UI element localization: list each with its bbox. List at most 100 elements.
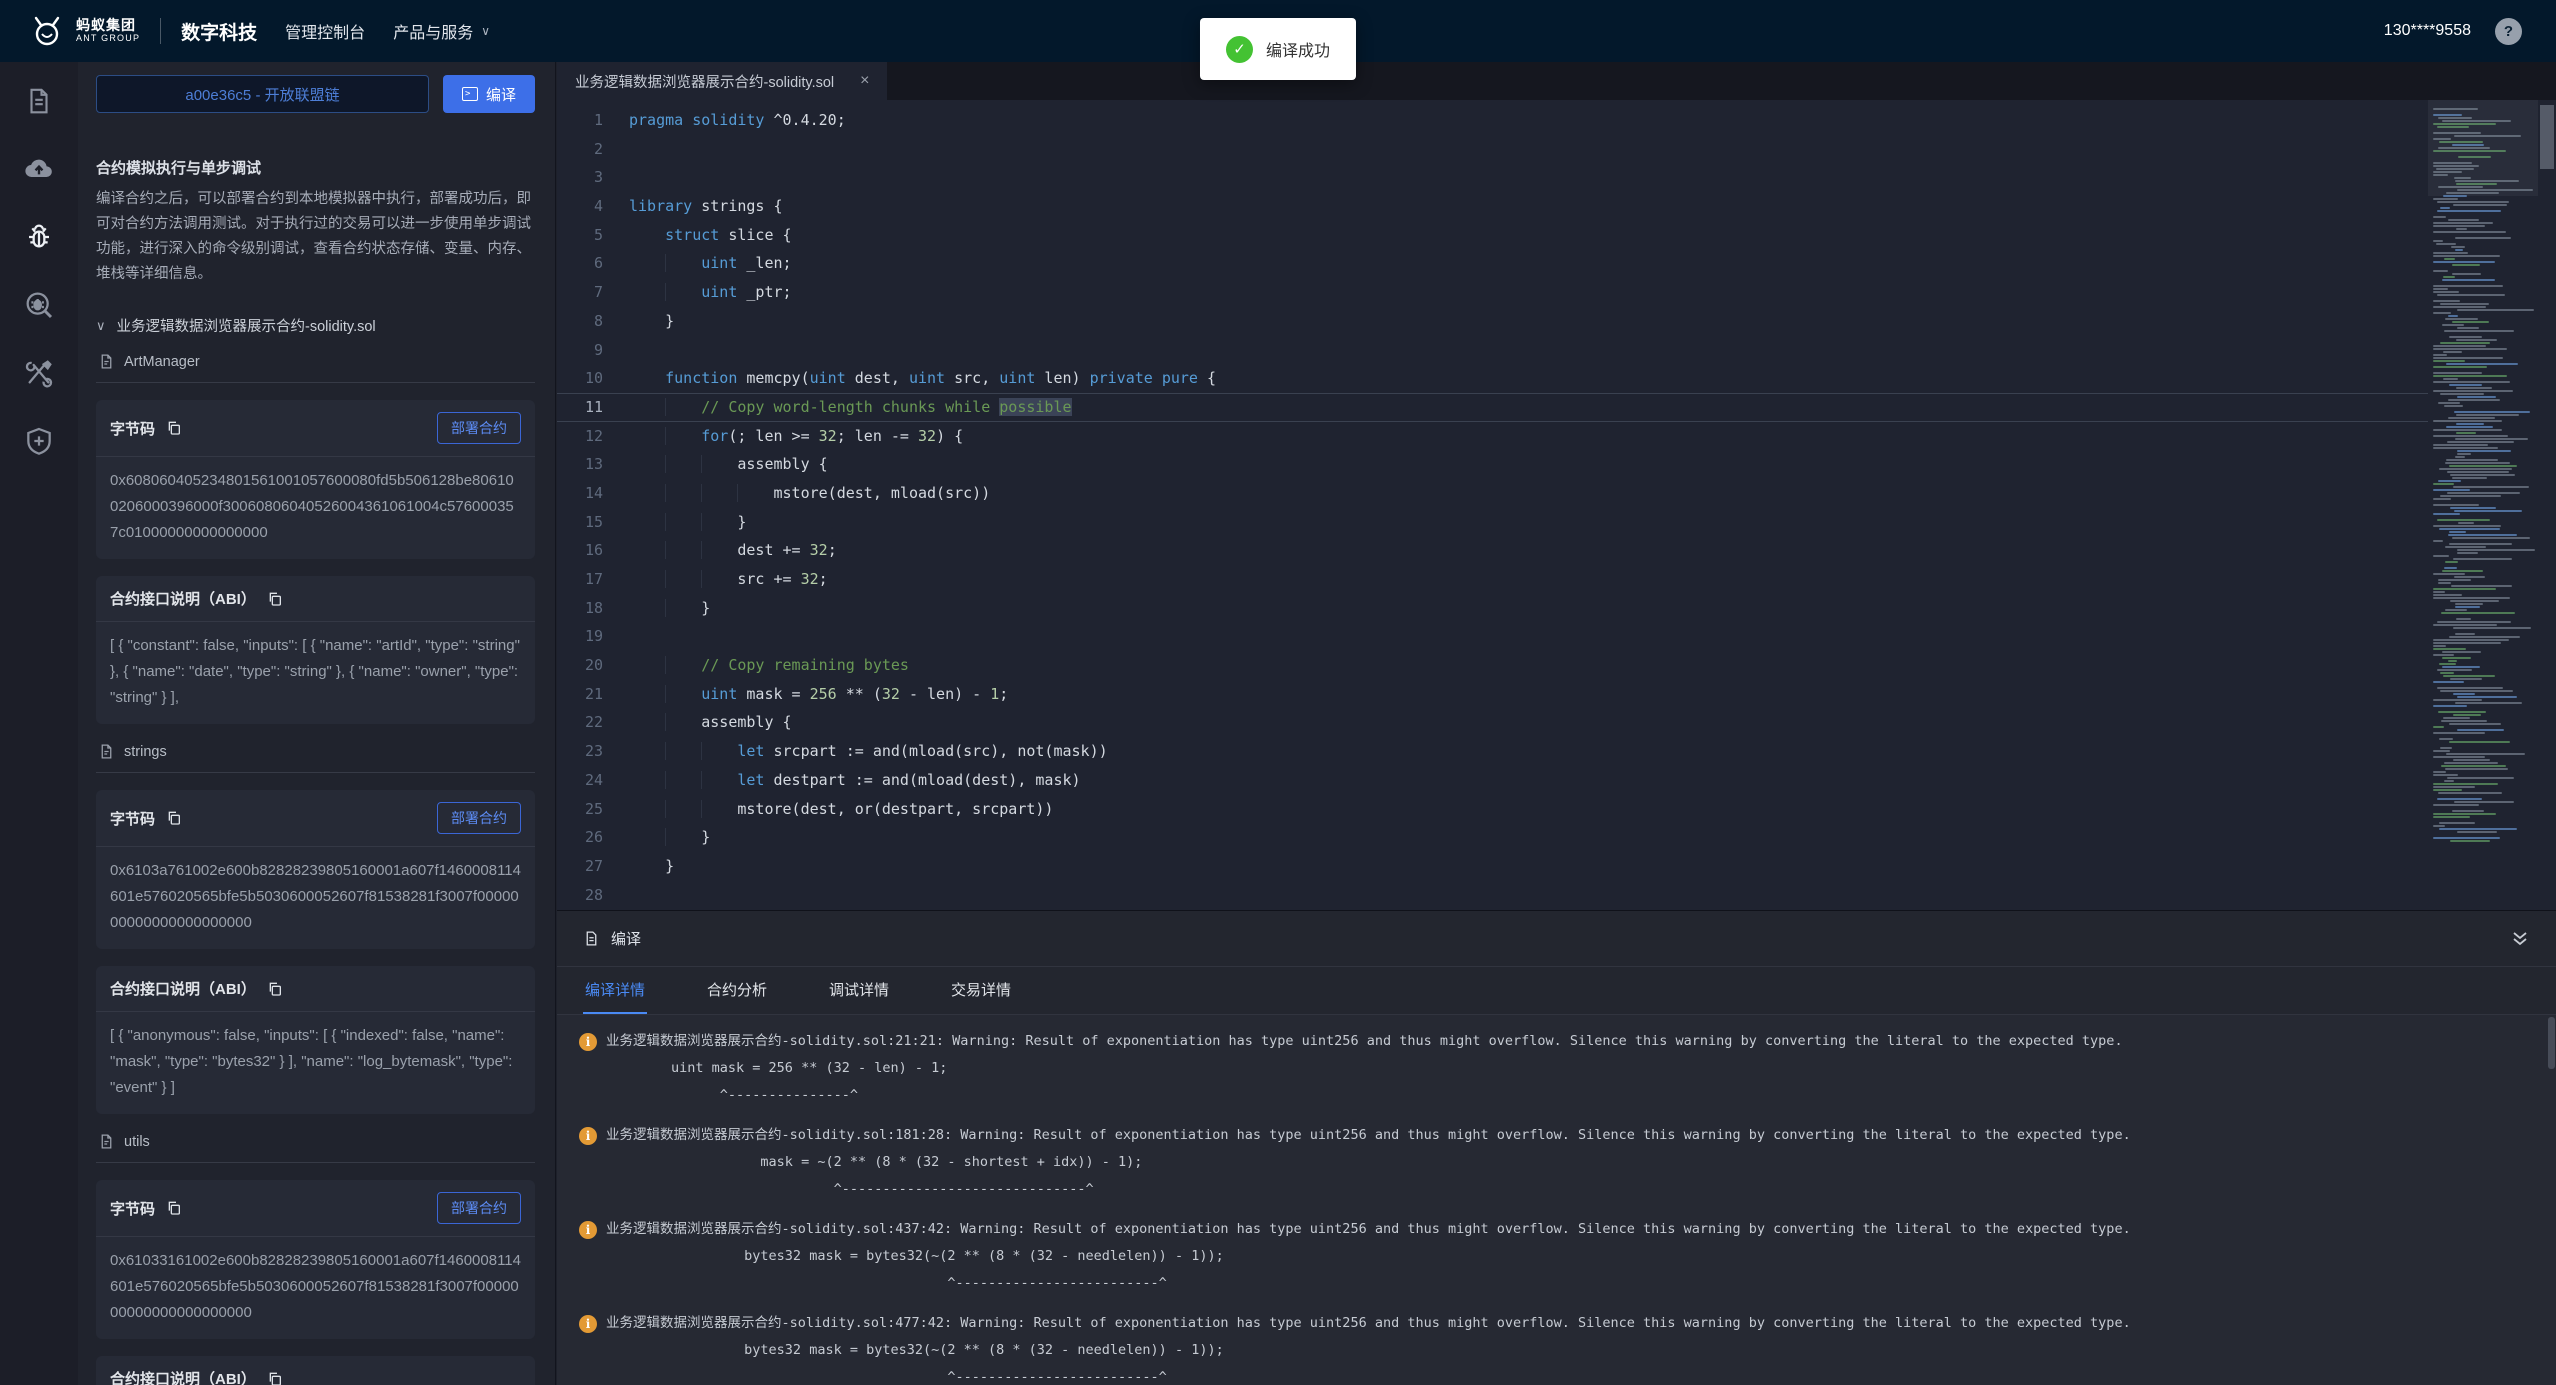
line-number: 15 <box>557 508 629 537</box>
left-icon-rail <box>0 62 78 1385</box>
warning-item-3: i业务逻辑数据浏览器展示合约-solidity.sol:437:42: Warn… <box>557 1216 2556 1310</box>
guide-title: 合约模拟执行与单步调试 <box>96 157 535 178</box>
copy-icon[interactable] <box>267 1371 283 1385</box>
editor-scrollbar[interactable] <box>2538 100 2556 910</box>
security-shield-icon[interactable] <box>22 424 56 458</box>
warning-info-icon: i <box>579 1315 597 1333</box>
chain-selector[interactable]: a00e36c5 - 开放联盟链 <box>96 75 429 113</box>
copy-icon[interactable] <box>166 420 182 436</box>
code-lines: 1pragma solidity ^0.4.20;234library stri… <box>557 106 2428 909</box>
code-line-13: 13 assembly { <box>557 450 2428 479</box>
line-number: 13 <box>557 450 629 479</box>
chevron-down-icon: ∨ <box>96 318 106 334</box>
document-icon <box>98 1133 115 1150</box>
copy-icon[interactable] <box>267 591 283 607</box>
code-line-10: 10 function memcpy(uint dest, uint src, … <box>557 364 2428 393</box>
tools-icon[interactable] <box>22 356 56 390</box>
abi-label: 合约接口说明（ABI） <box>110 588 256 609</box>
file-tree-node[interactable]: ∨ 业务逻辑数据浏览器展示合约-solidity.sol <box>96 315 535 336</box>
nav-products[interactable]: 产品与服务 ∨ <box>393 19 490 43</box>
bottom-tab-合约分析[interactable]: 合约分析 <box>705 967 769 1014</box>
warnings-scrollbar-thumb[interactable] <box>2548 1017 2555 1069</box>
minimap[interactable] <box>2428 100 2538 910</box>
code-line-23: 23 let srcpart := and(mload(src), not(ma… <box>557 737 2428 766</box>
code-line-24: 24 let destpart := and(mload(dest), mask… <box>557 766 2428 795</box>
line-number: 9 <box>557 336 629 365</box>
line-number: 4 <box>557 192 629 221</box>
warning-info-icon: i <box>579 1033 597 1051</box>
bytecode-card: 字节码 部署合约 0x61033161002e600b8282823980516… <box>96 1180 535 1339</box>
abi-value: [ { "anonymous": false, "inputs": [ { "i… <box>96 1012 535 1114</box>
code-line-28: 28 <box>557 881 2428 910</box>
contract-item-artmanager[interactable]: ArtManager <box>96 351 535 383</box>
line-number: 28 <box>557 881 629 910</box>
scan-debug-icon[interactable] <box>22 288 56 322</box>
bytecode-label: 字节码 <box>110 418 155 439</box>
compile-button-label: 编译 <box>486 84 516 105</box>
line-number: 18 <box>557 594 629 623</box>
bottom-tab-交易详情[interactable]: 交易详情 <box>949 967 1013 1014</box>
line-number: 25 <box>557 795 629 824</box>
abi-value: [ { "constant": false, "inputs": [ { "na… <box>96 622 535 724</box>
debug-bug-icon[interactable] <box>22 220 56 254</box>
deploy-contract-button[interactable]: 部署合约 <box>437 802 521 834</box>
guide-body: 编译合约之后，可以部署合约到本地模拟器中执行，部署成功后，即可对合约方法调用测试… <box>96 187 535 287</box>
copy-icon[interactable] <box>267 981 283 997</box>
editor-tab-solidity-file[interactable]: 业务逻辑数据浏览器展示合约-solidity.sol × <box>557 62 887 100</box>
cloud-upload-icon[interactable] <box>22 152 56 186</box>
line-number: 24 <box>557 766 629 795</box>
collapse-double-chevron-icon[interactable] <box>2510 930 2530 948</box>
copy-icon[interactable] <box>166 810 182 826</box>
bytecode-card: 字节码 部署合约 0x60806040523480156100105760008… <box>96 400 535 559</box>
code-line-11: 11 // Copy word-length chunks while poss… <box>557 393 2428 422</box>
code-line-8: 8 } <box>557 307 2428 336</box>
deploy-contract-button[interactable]: 部署合约 <box>437 412 521 444</box>
file-document-icon[interactable] <box>22 84 56 118</box>
line-number: 7 <box>557 278 629 307</box>
line-number: 26 <box>557 823 629 852</box>
close-icon[interactable]: × <box>860 72 869 90</box>
account-phone[interactable]: 130****9558 <box>2384 22 2471 40</box>
line-number: 20 <box>557 651 629 680</box>
abi-label: 合约接口说明（ABI） <box>110 978 256 999</box>
code-editor[interactable]: 1pragma solidity ^0.4.20;234library stri… <box>557 100 2556 910</box>
scrollbar-thumb[interactable] <box>2540 105 2554 169</box>
warning-item-1: i 业务逻辑数据浏览器展示合约-solidity.sol:21:21: Warni… <box>557 1028 2556 1122</box>
warning-info-icon: i <box>579 1127 597 1145</box>
logo-cn-label: 蚂蚁集团 <box>76 18 140 33</box>
code-line-25: 25 mstore(dest, or(destpart, srcpart)) <box>557 795 2428 824</box>
code-line-4: 4library strings { <box>557 192 2428 221</box>
line-number: 8 <box>557 307 629 336</box>
abi-card: 合约接口说明（ABI） [ { "constant": false, "inpu… <box>96 576 535 724</box>
line-number: 6 <box>557 249 629 278</box>
bottom-tab-调试详情[interactable]: 调试详情 <box>827 967 891 1014</box>
help-icon[interactable]: ? <box>2495 18 2522 45</box>
line-number: 3 <box>557 163 629 192</box>
toast-message: 编译成功 <box>1266 37 1330 61</box>
deploy-contract-button[interactable]: 部署合约 <box>437 1192 521 1224</box>
warning-text: 业务逻辑数据浏览器展示合约-solidity.sol:477:42: Warni… <box>606 1310 2131 1385</box>
abi-card: 合约接口说明（ABI） <box>96 1356 535 1385</box>
line-number: 1 <box>557 106 629 135</box>
copy-icon[interactable] <box>166 1200 182 1216</box>
compile-button[interactable]: > 编译 <box>443 75 535 113</box>
warning-item-2: i业务逻辑数据浏览器展示合约-solidity.sol:181:28: Warn… <box>557 1122 2556 1216</box>
contract-name-label: strings <box>124 744 167 760</box>
line-number: 17 <box>557 565 629 594</box>
bottom-tabs: 编译详情 合约分析 调试详情 交易详情 <box>557 967 2556 1015</box>
line-number: 19 <box>557 622 629 651</box>
line-number: 2 <box>557 135 629 164</box>
code-line-21: 21 uint mask = 256 ** (32 - len) - 1; <box>557 680 2428 709</box>
ant-logo-icon <box>28 12 66 50</box>
minimap-viewport <box>2428 100 2538 196</box>
success-check-icon: ✓ <box>1226 36 1253 63</box>
contract-item-utils[interactable]: utils <box>96 1131 535 1163</box>
nav-console[interactable]: 管理控制台 <box>285 19 365 43</box>
contract-item-strings[interactable]: strings <box>96 741 535 773</box>
warning-text: 业务逻辑数据浏览器展示合约-solidity.sol:21:21: Warnin… <box>606 1028 2123 1109</box>
chevron-down-icon: ∨ <box>481 24 490 38</box>
bottom-tab-编译详情[interactable]: 编译详情 <box>583 967 647 1014</box>
code-line-26: 26 } <box>557 823 2428 852</box>
editor-tabbar: 业务逻辑数据浏览器展示合约-solidity.sol × <box>557 62 2556 100</box>
bytecode-value: 0x6103a761002e600b82828239805160001a607f… <box>96 847 535 949</box>
